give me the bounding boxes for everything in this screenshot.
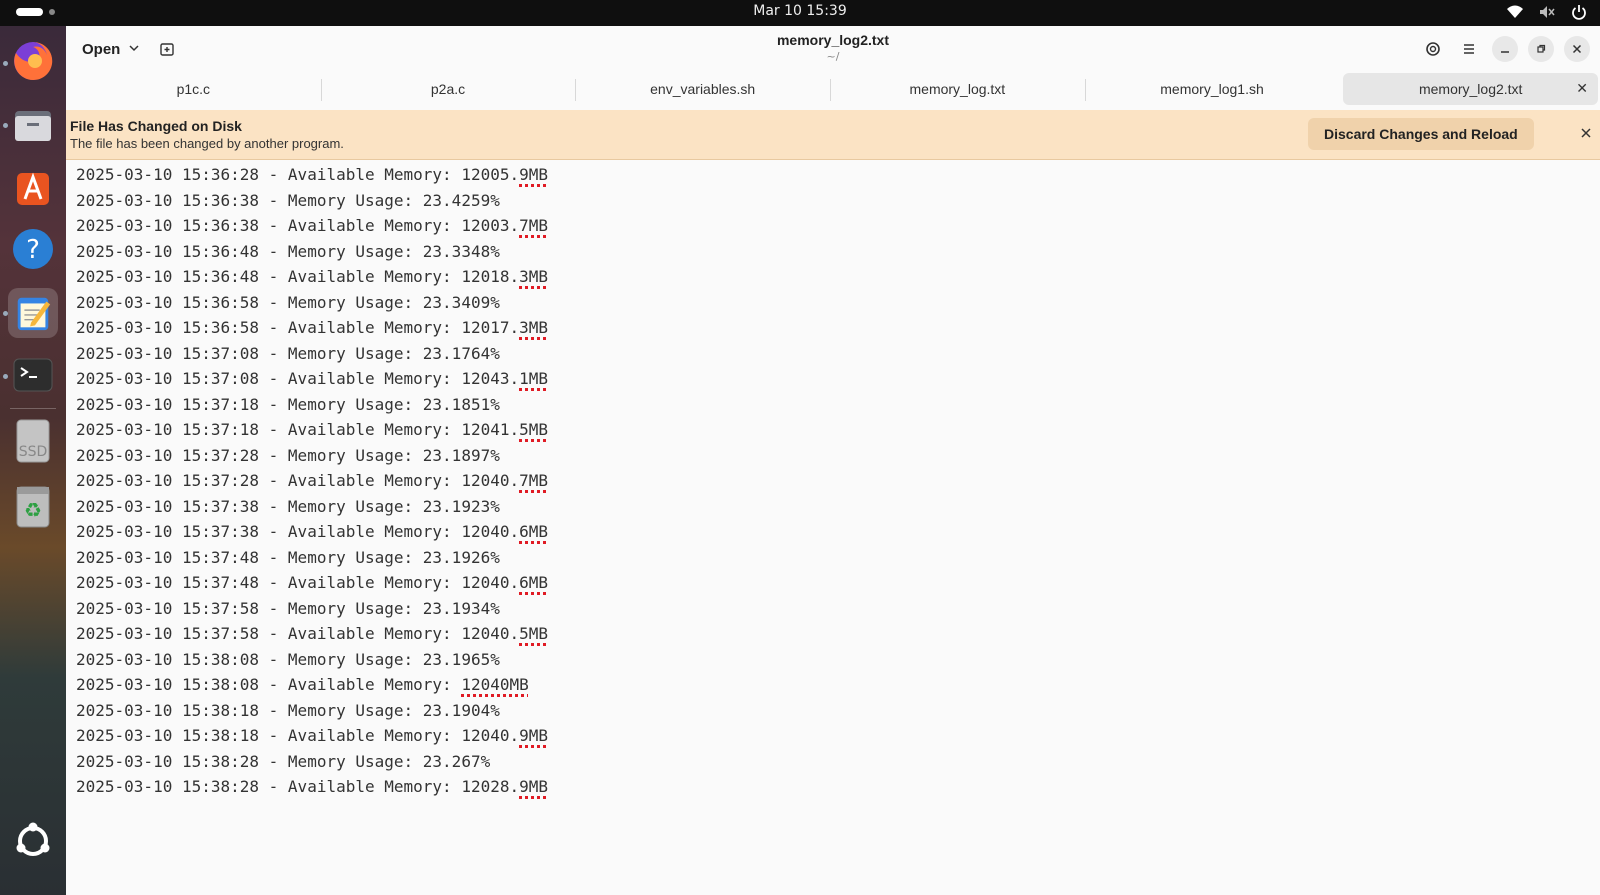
hamburger-menu-icon [1464,44,1474,54]
window-title: memory_log2.txt [776,32,890,48]
dock-files[interactable] [8,100,58,150]
infobar-close-button[interactable] [1580,124,1592,143]
text-line: 2025-03-10 15:37:18 - Available Memory: … [76,420,549,439]
power-icon [1570,3,1588,21]
text-line: 2025-03-10 15:37:08 - Memory Usage: 23.1… [76,343,500,363]
text-line: 2025-03-10 15:38:18 - Memory Usage: 23.1… [76,700,500,720]
tab-label: memory_log2.txt [1418,81,1523,97]
files-icon [15,111,51,141]
file-changed-infobar: File Has Changed on Disk The file has be… [66,110,1600,160]
firefox-icon [14,41,53,80]
tab-memory-log1-sh[interactable]: memory_log1.sh [1084,73,1340,105]
dock-firefox[interactable] [8,36,58,86]
text-editor-icon [17,297,51,331]
header-bar: Open memory_log2.txt ~/ [66,26,1600,72]
system-top-bar: Mar 10 15:39 [0,0,1600,26]
text-line: 2025-03-10 15:38:18 - Available Memory: … [76,726,549,745]
text-line: 2025-03-10 15:37:48 - Available Memory: … [76,573,549,592]
infobar-message: The file has been changed by another pro… [70,136,344,151]
dock-show-apps[interactable] [8,816,58,866]
text-line: 2025-03-10 15:38:08 - Memory Usage: 23.1… [76,649,500,669]
header-controls [1420,36,1590,62]
window-title-area: memory_log2.txt ~/ [66,32,1600,63]
ubuntu-logo-icon [16,822,50,856]
dock-help[interactable]: ? [8,224,58,274]
close-window-button[interactable] [1564,36,1590,62]
dock-ssd-drive[interactable]: SSD [8,416,58,466]
text-line: 2025-03-10 15:38:28 - Memory Usage: 23.2… [76,751,491,771]
text-line: 2025-03-10 15:37:08 - Available Memory: … [76,369,549,388]
dock-terminal[interactable] [8,350,58,400]
minimize-button[interactable] [1492,36,1518,62]
window-subtitle: ~/ [826,50,840,63]
text-line: 2025-03-10 15:37:18 - Memory Usage: 23.1… [76,394,500,414]
text-editor-window: Open memory_log2.txt ~/ p1c.c p2a.c env_… [66,26,1600,895]
system-tray[interactable] [1506,3,1588,21]
text-line: 2025-03-10 15:36:48 - Available Memory: … [76,267,549,286]
text-line: 2025-03-10 15:37:58 - Memory Usage: 23.1… [76,598,500,618]
tab-label: p1c.c [176,81,211,97]
text-editor-area[interactable]: 2025-03-10 15:36:28 - Available Memory: … [66,160,1600,895]
close-icon [1581,128,1591,138]
tab-memory-log2-txt[interactable]: memory_log2.txt ✕ [1343,73,1599,105]
dock-trash[interactable]: ♻ [8,481,58,531]
minimize-icon [1501,51,1509,53]
text-line: 2025-03-10 15:37:38 - Available Memory: … [76,522,549,541]
terminal-icon [13,358,53,392]
text-line: 2025-03-10 15:37:58 - Available Memory: … [76,624,549,643]
text-line: 2025-03-10 15:38:28 - Available Memory: … [76,777,549,796]
text-line: 2025-03-10 15:36:38 - Memory Usage: 23.4… [76,190,500,210]
svg-text:♻: ♻ [24,498,42,522]
dock-app-center[interactable] [8,162,58,212]
tab-env-variables-sh[interactable]: env_variables.sh [575,73,830,105]
text-lines: 2025-03-10 15:36:28 - Available Memory: … [76,162,548,800]
text-line: 2025-03-10 15:36:58 - Memory Usage: 23.3… [76,292,500,312]
text-line: 2025-03-10 15:37:28 - Memory Usage: 23.1… [76,445,500,465]
text-line: 2025-03-10 15:36:38 - Available Memory: … [76,216,549,235]
text-line: 2025-03-10 15:36:58 - Available Memory: … [76,318,549,337]
text-line: 2025-03-10 15:37:38 - Memory Usage: 23.1… [76,496,500,516]
svg-text:?: ? [26,235,40,265]
settings-button[interactable] [1420,36,1446,62]
discard-and-reload-button[interactable]: Discard Changes and Reload [1308,118,1534,150]
text-line: 2025-03-10 15:37:28 - Available Memory: … [76,471,549,490]
restore-icon [1537,44,1546,53]
maximize-button[interactable] [1528,36,1554,62]
trash-icon: ♻ [16,486,50,528]
tab-label: memory_log.txt [909,81,1006,97]
tab-bar: p1c.c p2a.c env_variables.sh memory_log.txt… [66,72,1600,110]
wifi-icon [1506,3,1524,21]
close-icon [1572,44,1582,54]
text-line: 2025-03-10 15:37:48 - Memory Usage: 23.1… [76,547,500,567]
clock[interactable]: Mar 10 15:39 [0,3,1600,19]
tab-label: p2a.c [430,81,466,97]
app-center-icon [17,172,49,205]
tab-label: memory_log1.sh [1160,81,1264,97]
close-tab-icon[interactable]: ✕ [1576,80,1588,97]
tab-p1c-c[interactable]: p1c.c [66,73,321,105]
text-line: 2025-03-10 15:36:28 - Available Memory: … [76,165,549,184]
dock-separator [10,408,56,409]
speaker-muted-icon [1538,3,1556,21]
tab-p2a-c[interactable]: p2a.c [320,73,576,105]
text-line: 2025-03-10 15:38:08 - Available Memory: … [76,675,529,694]
tab-memory-log-txt[interactable]: memory_log.txt [830,73,1085,105]
help-icon: ? [13,229,53,269]
gear-icon [1426,42,1440,56]
infobar-title: File Has Changed on Disk [70,118,242,134]
dock: ? SSD ♻ [0,26,66,895]
tab-label: env_variables.sh [650,81,756,97]
ssd-label: SSD [19,444,48,460]
drive-icon: SSD [16,419,50,463]
menu-button[interactable] [1456,36,1482,62]
text-line: 2025-03-10 15:36:48 - Memory Usage: 23.3… [76,241,500,261]
dock-text-editor[interactable] [8,288,58,338]
